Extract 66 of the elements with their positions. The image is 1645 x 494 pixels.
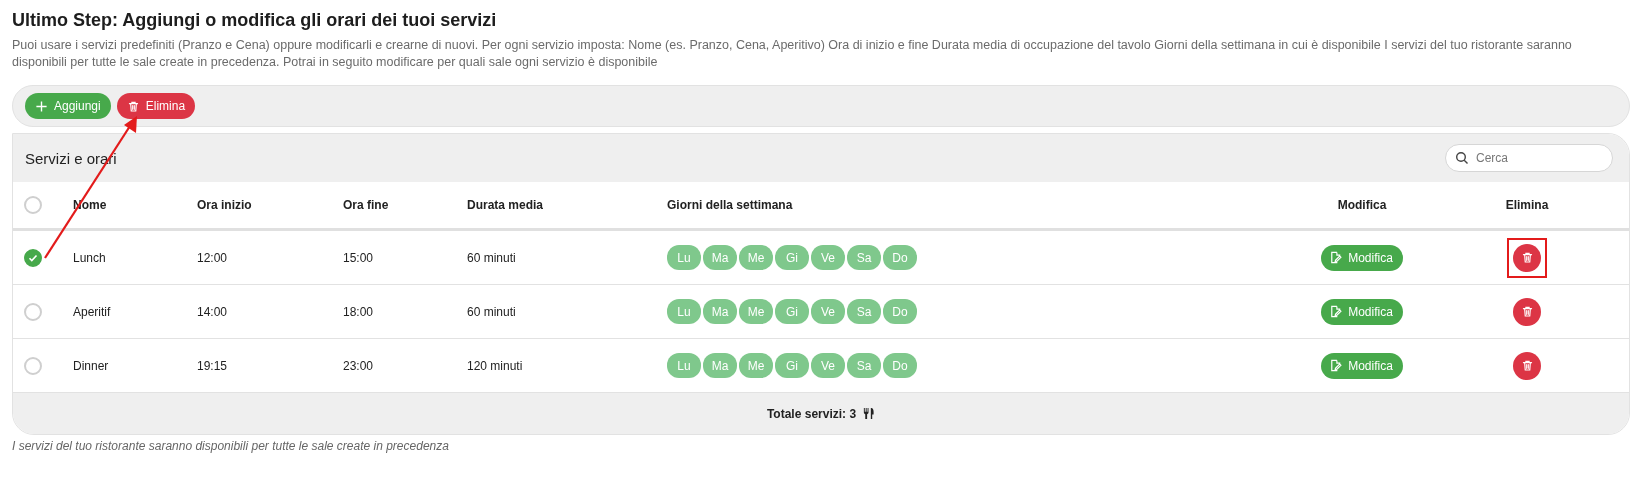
search-field[interactable]: Cerca [1445,144,1613,172]
edit-button[interactable]: Modifica [1321,244,1403,271]
day-pill: Ma [703,353,737,378]
edit-button[interactable]: Modifica [1321,298,1403,325]
day-pill: Lu [667,353,701,378]
table-cell-text: 15:00 [343,250,375,265]
table-cell-text: Dinner [73,358,110,373]
column-header: Giorni della settimana [667,198,794,212]
delete-row-button[interactable] [1513,351,1541,380]
table-cell-text: 12:00 [197,250,229,265]
day-pill: Gi [775,299,809,324]
column-header: Ora fine [343,198,390,212]
day-pill: Me [739,299,773,324]
row-checkbox[interactable] [24,356,42,375]
total-count: Totale servizi: 3 [766,406,857,421]
day-pill: Ve [811,245,845,270]
day-pill: Lu [667,245,701,270]
cutlery-icon [862,407,876,420]
table-cell-text: Lunch [73,250,107,265]
row-checkbox[interactable] [24,302,42,321]
day-pill: Sa [847,245,881,270]
day-pill: Sa [847,353,881,378]
search-icon [1455,151,1469,165]
day-pill: Ma [703,245,737,270]
table-cell-text: 19:15 [197,358,229,373]
description: Puoi usare i servizi predefiniti (Pranzo e Cena) oppure modificarli e crearne di nuovi. Per ogni servizio imposta: Nome (es. Pranzo, Cena, Aperitivo) Ora di inizio e fine Durata media di occupazione del tavolo Giorni della settimana in cui è disponibile I servizi del tuo ristorante saranno disponibili per tutte le sale create in precedenza. Potrai in seguito modificare per quali sale ogni servizio è disponibile [12,37,1573,71]
table-cell-text: 23:00 [343,358,375,373]
day-pill: Ve [811,353,845,378]
table-cell-text: Aperitif [73,304,112,319]
table-cell-text: 60 minuti [467,304,517,319]
footnote: I servizi del tuo ristorante saranno disponibili per tutte le sale create in precedenza [12,439,450,453]
day-pill: Me [739,353,773,378]
day-pill: Do [883,353,917,378]
table-cell-text: 60 minuti [467,250,517,265]
column-header: Elimina [1505,198,1549,212]
row-checkbox[interactable] [24,248,42,267]
add-button[interactable]: Aggiungi [25,93,111,119]
day-pill: Sa [847,299,881,324]
day-pill: Me [739,245,773,270]
edit-icon [1329,251,1343,264]
plus-icon [35,99,48,113]
table-cell-text: 18:00 [343,304,375,319]
column-header: Modifica [1337,198,1387,212]
select-all-checkbox[interactable] [24,196,42,214]
day-pill: Gi [775,245,809,270]
day-pill: Do [883,299,917,324]
delete-row-button[interactable] [1513,297,1541,326]
edit-button[interactable]: Modifica [1321,352,1403,379]
table-cell-text: 14:00 [197,304,229,319]
trash-icon [1520,251,1534,264]
column-header: Ora inizio [197,198,253,212]
table-cell-text: 120 minuti [467,358,524,373]
trash-icon [1520,305,1534,318]
edit-icon [1329,359,1343,372]
day-pill: Gi [775,353,809,378]
edit-icon [1329,305,1343,318]
trash-icon [1520,359,1534,372]
page-title: Ultimo Step: Aggiungi o modifica gli orari dei tuoi servizi [12,10,498,31]
column-header: Durata media [467,198,545,212]
day-pill: Do [883,245,917,270]
delete-button[interactable]: Elimina [116,93,196,119]
trash-icon [126,99,140,113]
day-pill: Lu [667,299,701,324]
delete-row-button[interactable] [1513,243,1541,272]
day-pill: Ma [703,299,737,324]
day-pill: Ve [811,299,845,324]
